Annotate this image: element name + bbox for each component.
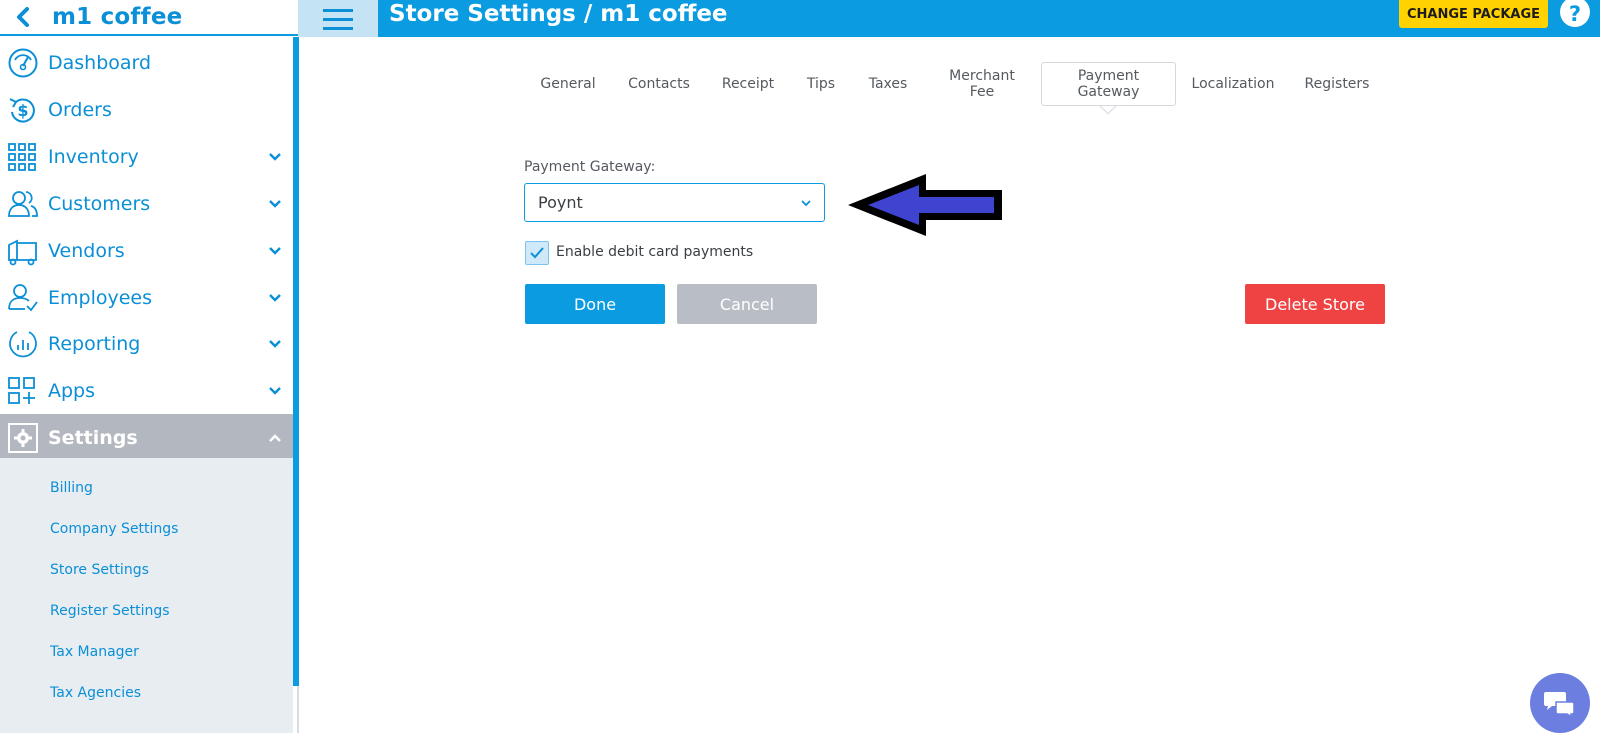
users-icon xyxy=(8,191,38,217)
truck-icon xyxy=(8,239,37,266)
tab-receipt[interactable]: Receipt xyxy=(715,62,781,106)
store-name[interactable]: m1 coffee xyxy=(52,4,182,30)
submenu-item-billing[interactable]: Billing xyxy=(50,480,93,496)
payment-gateway-select[interactable]: Poynt xyxy=(524,183,825,222)
menu-icon[interactable] xyxy=(298,0,378,37)
chevron-down-icon xyxy=(269,340,281,348)
grid-icon xyxy=(8,143,36,171)
sidebar-item-apps[interactable]: Apps xyxy=(0,367,293,414)
sidebar-item-employees[interactable]: Employees xyxy=(0,274,293,321)
chevron-down-icon xyxy=(269,200,281,208)
gear-icon xyxy=(8,423,38,453)
top-bar: Store Settings / m1 coffee CHANGE PACKAG… xyxy=(298,0,1600,37)
sidebar-item-dashboard[interactable]: Dashboard xyxy=(0,39,293,86)
payment-gateway-value: Poynt xyxy=(538,193,583,212)
delete-store-button[interactable]: Delete Store xyxy=(1245,284,1385,324)
sidebar-item-inventory[interactable]: Inventory xyxy=(0,133,293,180)
tab-general[interactable]: General xyxy=(534,62,602,106)
change-package-button[interactable]: CHANGE PACKAGE xyxy=(1399,0,1548,28)
help-glyph: ? xyxy=(1569,2,1581,26)
app-root: m1 coffee Store Settings / m1 coffee CHA… xyxy=(0,0,1600,733)
chart-circle-icon xyxy=(9,331,37,358)
done-button[interactable]: Done xyxy=(525,284,665,324)
chevron-down-icon xyxy=(269,153,281,161)
tab-localization[interactable]: Localization xyxy=(1188,62,1278,106)
sidebar-item-label: Dashboard xyxy=(48,51,152,74)
cancel-button[interactable]: Cancel xyxy=(677,284,817,324)
sidebar-item-settings[interactable]: Settings xyxy=(0,414,293,461)
tab-payment-gateway[interactable]: Payment Gateway xyxy=(1041,62,1176,106)
submenu-item-tax-manager[interactable]: Tax Manager xyxy=(50,644,139,660)
submenu-item-register-settings[interactable]: Register Settings xyxy=(50,603,170,619)
tab-merchant-fee[interactable]: Merchant Fee xyxy=(940,62,1024,106)
apps-icon xyxy=(8,377,35,404)
debit-card-label[interactable]: Enable debit card payments xyxy=(556,244,753,260)
chevron-down-icon xyxy=(269,387,281,395)
sidebar-item-orders[interactable]: $ Orders xyxy=(0,86,293,133)
page-title: Store Settings / m1 coffee xyxy=(389,1,728,27)
sidebar-item-customers[interactable]: Customers xyxy=(0,180,293,227)
dollar-cycle-icon: $ xyxy=(9,98,35,123)
help-icon[interactable]: ? xyxy=(1558,0,1592,28)
chevron-up-icon xyxy=(269,434,281,442)
store-header: m1 coffee xyxy=(0,0,298,36)
settings-submenu: Billing Company Settings Store Settings … xyxy=(0,458,293,733)
annotation-arrow-icon xyxy=(848,174,1002,236)
employee-icon xyxy=(8,284,38,312)
chevron-down-icon xyxy=(801,200,811,207)
sidebar-item-label: Reporting xyxy=(48,332,141,355)
payment-gateway-label: Payment Gateway: xyxy=(524,159,656,175)
sidebar-scrollbar[interactable] xyxy=(293,37,299,686)
checkmark-icon xyxy=(530,247,544,259)
chat-icon xyxy=(1544,692,1575,718)
submenu-item-tax-agencies[interactable]: Tax Agencies xyxy=(50,685,141,701)
svg-text:$: $ xyxy=(17,101,28,120)
back-chevron-icon[interactable] xyxy=(12,6,34,28)
sidebar-scroll-track xyxy=(297,686,299,733)
chevron-down-icon xyxy=(269,247,281,255)
dashboard-gauge-icon xyxy=(8,48,38,78)
tab-tips[interactable]: Tips xyxy=(800,62,842,106)
tab-contacts[interactable]: Contacts xyxy=(623,62,695,106)
sidebar-item-reporting[interactable]: Reporting xyxy=(0,320,293,367)
submenu-item-store-settings[interactable]: Store Settings xyxy=(50,562,149,578)
tab-taxes[interactable]: Taxes xyxy=(861,62,915,106)
sidebar-item-label: Settings xyxy=(48,426,138,449)
sidebar-item-label: Apps xyxy=(48,379,96,402)
debit-card-checkbox[interactable] xyxy=(525,241,549,265)
sidebar-item-label: Orders xyxy=(48,98,112,121)
sidebar-item-label: Employees xyxy=(48,286,152,309)
chevron-down-icon xyxy=(269,294,281,302)
sidebar-item-label: Vendors xyxy=(48,239,125,262)
chat-support-button[interactable] xyxy=(1530,673,1590,733)
tab-registers[interactable]: Registers xyxy=(1298,62,1376,106)
sidebar-item-label: Inventory xyxy=(48,145,139,168)
sidebar-item-label: Customers xyxy=(48,192,151,215)
submenu-item-company-settings[interactable]: Company Settings xyxy=(50,521,178,537)
sidebar-item-vendors[interactable]: Vendors xyxy=(0,227,293,274)
